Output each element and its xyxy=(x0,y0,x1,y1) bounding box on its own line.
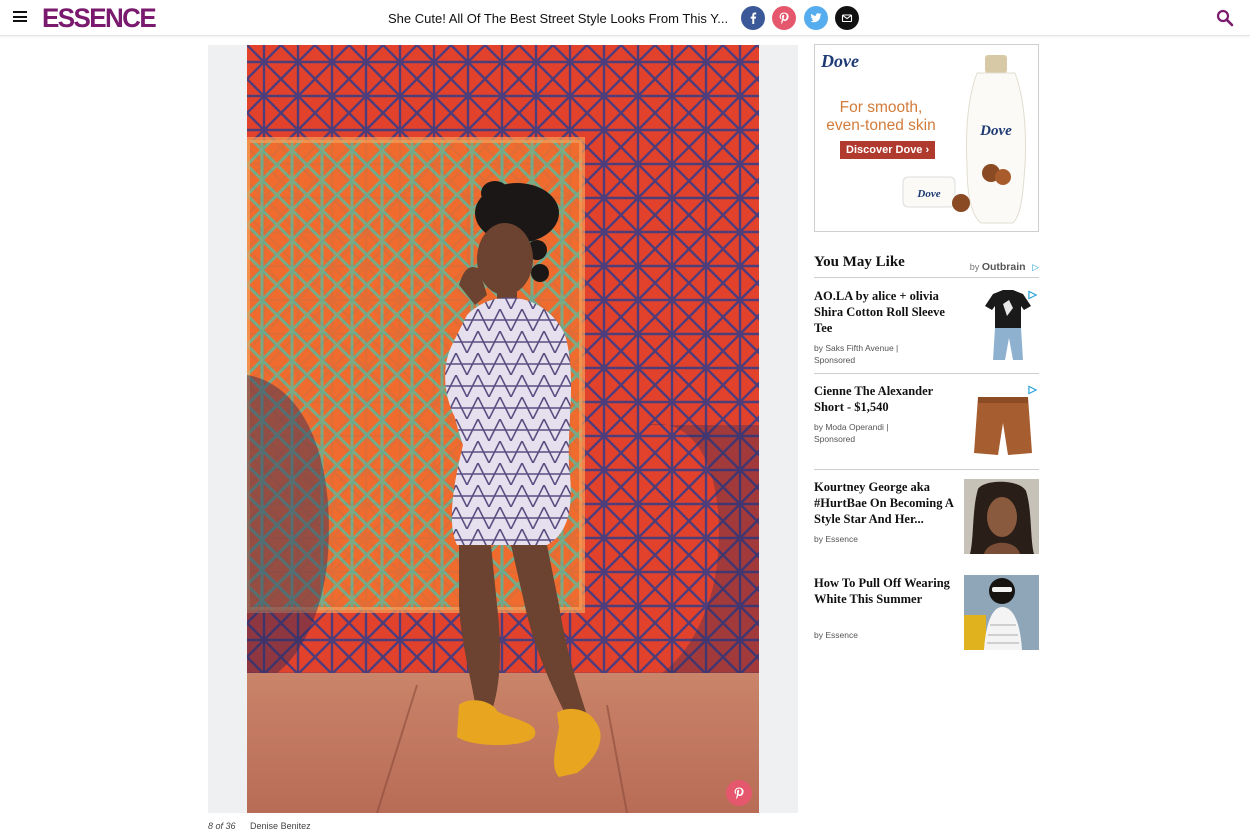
pinterest-icon xyxy=(734,787,744,799)
ad-brand-logo: Dove xyxy=(821,51,859,71)
recommendation-title[interactable]: How To Pull Off Wearing White This Summe… xyxy=(814,575,962,607)
email-share-button[interactable] xyxy=(835,6,859,30)
recommendation-item[interactable]: Kourtney George aka #HurtBae On Becoming… xyxy=(814,479,1039,559)
shorts-thumbnail xyxy=(972,393,1034,459)
slide-counter: 8 of 36 xyxy=(208,821,236,831)
recommendation-title[interactable]: AO.LA by alice + olivia Shira Cotton Rol… xyxy=(814,288,962,336)
dove-advertisement[interactable]: Dove For smooth, even-toned skin Discove… xyxy=(814,44,1039,232)
pin-image-button[interactable] xyxy=(726,780,752,806)
photo-credit: Denise Benitez xyxy=(250,821,311,831)
recommendation-source: by Moda Operandi | Sponsored xyxy=(814,422,889,444)
gallery-photo[interactable] xyxy=(247,45,759,813)
ad-product-image: Dove Dove xyxy=(902,55,1026,224)
recommendation-source: by Essence xyxy=(814,534,858,544)
menu-icon[interactable] xyxy=(13,11,27,22)
recommendations-title: You May Like xyxy=(814,254,905,270)
outbrain-attribution[interactable]: by Outbrain ▷ xyxy=(970,261,1039,273)
pinterest-icon xyxy=(779,12,789,24)
pinterest-share-button[interactable] xyxy=(772,6,796,30)
slide-caption: 8 of 36 Denise Benitez xyxy=(208,821,311,831)
recommendation-source: by Saks Fifth Avenue | Sponsored xyxy=(814,343,899,365)
recommendations-header: You May Like by Outbrain ▷ xyxy=(814,252,1039,278)
gallery-slide xyxy=(208,45,798,813)
article-headline: She Cute! All Of The Best Street Style L… xyxy=(388,11,729,26)
search-icon[interactable] xyxy=(1216,9,1234,27)
email-icon xyxy=(841,14,853,23)
top-navigation-bar: ESSENCE She Cute! All Of The Best Street… xyxy=(0,0,1250,36)
recommendation-item[interactable]: Cienne The Alexander Short - $1,540 by M… xyxy=(814,383,1039,470)
recommendation-item[interactable]: How To Pull Off Wearing White This Summe… xyxy=(814,575,1039,651)
adchoices-icon[interactable]: ▷ xyxy=(1032,262,1039,272)
adchoices-icon[interactable] xyxy=(1028,290,1037,300)
outbrain-logo: Outbrain xyxy=(981,261,1026,273)
street-style-thumbnail xyxy=(964,575,1039,650)
recommendation-title[interactable]: Cienne The Alexander Short - $1,540 xyxy=(814,383,962,415)
facebook-icon xyxy=(750,12,757,24)
attribution-by: by xyxy=(969,262,980,272)
recommendation-title[interactable]: Kourtney George aka #HurtBae On Becoming… xyxy=(814,479,962,527)
essence-logo[interactable]: ESSENCE xyxy=(42,3,157,35)
recommendation-item[interactable]: AO.LA by alice + olivia Shira Cotton Rol… xyxy=(814,288,1039,374)
twitter-share-button[interactable] xyxy=(804,6,828,30)
facebook-share-button[interactable] xyxy=(741,6,765,30)
svg-text:Dove: Dove xyxy=(916,188,940,200)
twitter-icon xyxy=(810,13,822,23)
svg-text:Dove: Dove xyxy=(979,123,1012,139)
portrait-thumbnail xyxy=(964,479,1039,554)
adchoices-icon[interactable] xyxy=(1028,385,1037,395)
recommendation-source: by Essence xyxy=(814,630,858,640)
